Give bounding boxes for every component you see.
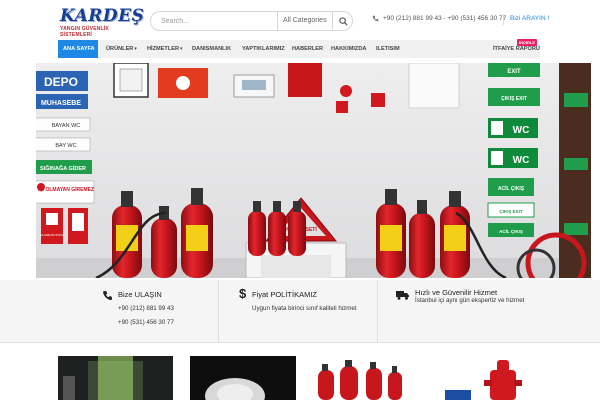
sign-text: BAYAN WC bbox=[52, 123, 81, 129]
phone-numbers: +90 (212) 881 99 43 - +90 (531) 456 30 7… bbox=[383, 15, 507, 22]
nav-item-projects[interactable]: YAPTIKLARIMIZ bbox=[242, 40, 285, 58]
feature-phone-1: +90 (212) 881 99 43 bbox=[118, 305, 174, 312]
feature-title: Hızlı ve Güvenilir Hizmet bbox=[415, 288, 498, 297]
sign-text: MUHASEBE bbox=[41, 100, 81, 107]
product-card-3[interactable] bbox=[310, 356, 410, 400]
sign-text: WC bbox=[513, 125, 530, 136]
sign-bayan-wc: BAYAN WC bbox=[36, 117, 91, 132]
search-icon bbox=[338, 16, 348, 26]
feature-title: Fiyat POLİTİKAMIZ bbox=[252, 290, 318, 299]
feature-text: İstanbul içi aynı gün ekspertiz ve hizme… bbox=[415, 297, 525, 304]
dollar-icon: $ bbox=[239, 286, 247, 301]
product-image bbox=[310, 356, 410, 400]
sign-cikis-2: ÇIKIŞ EXIT bbox=[487, 202, 535, 218]
search-button[interactable] bbox=[332, 12, 352, 30]
sign-cikis: ÇIKIŞ EXIT bbox=[488, 88, 540, 106]
sign-siginaga: SIĞINAĞA GİDER bbox=[36, 160, 92, 174]
nav-item-label: HAKKIMIZDA bbox=[331, 46, 367, 52]
main-nav: ANA SAYFA ÜRÜNLER▾ HİZMETLER▾ DANISMANLI… bbox=[58, 40, 540, 58]
sign-text: WC bbox=[513, 155, 530, 166]
product-card-1[interactable] bbox=[58, 356, 173, 400]
sign-text: EXIT bbox=[507, 69, 521, 75]
sign-text: ACİL ÇIKIŞ bbox=[498, 185, 525, 192]
nav-item-label: ILETISIM bbox=[376, 46, 400, 52]
top-header: KARDEŞ YANGIN GÜVENLİK SİSTEMLERİ All Ca… bbox=[0, 0, 600, 40]
nav-item-contact[interactable]: ILETISIM bbox=[376, 40, 400, 58]
product-image bbox=[190, 356, 296, 400]
nav-item-services[interactable]: HİZMETLER▾ bbox=[147, 40, 183, 58]
sign-muhasebe: MUHASEBE bbox=[36, 94, 88, 109]
nav-item-news[interactable]: HABERLER bbox=[292, 40, 323, 58]
sign-text: ÇIKIŞ EXIT bbox=[501, 96, 527, 102]
nav-item-label: HİZMETLER bbox=[147, 46, 180, 52]
product-image bbox=[58, 356, 173, 400]
nav-item-label: HABERLER bbox=[292, 46, 324, 52]
sign-text: SIĞINAĞA GİDER bbox=[40, 164, 86, 172]
nav-item-label: ÜRÜNLER bbox=[106, 46, 134, 52]
features-strip: Bize ULAŞIN +90 (212) 881 99 43 +90 (531… bbox=[0, 280, 600, 343]
header-divider bbox=[503, 14, 504, 25]
caret-down-icon: ▾ bbox=[134, 46, 137, 52]
search-input[interactable] bbox=[151, 12, 277, 30]
product-card-2[interactable] bbox=[190, 356, 296, 400]
nav-item-home[interactable]: ANA SAYFA bbox=[58, 40, 98, 58]
logo-text: KARDEŞ bbox=[60, 6, 145, 26]
phone-icon bbox=[103, 291, 112, 301]
sign-wc-1: WC bbox=[488, 118, 538, 138]
search-bar: All Categories bbox=[150, 11, 353, 31]
nav-item-label: ANA SAYFA bbox=[63, 46, 95, 52]
sign-text: DEPO bbox=[44, 75, 78, 89]
nav-item-consulting[interactable]: DANISMANLIK bbox=[192, 40, 231, 58]
sign-text: İŞİ OLMAYAN GİREMEZ bbox=[38, 186, 94, 193]
product-card-4[interactable] bbox=[440, 356, 540, 400]
feature-service: Hızlı ve Güvenilir Hizmet İstanbul içi a… bbox=[378, 280, 600, 343]
hero-banner[interactable]: DEPO MUHASEBE BAYAN WC BAY WC SIĞINAĞA G… bbox=[36, 63, 591, 278]
phone-icon bbox=[372, 15, 379, 22]
sign-depo: DEPO bbox=[36, 71, 88, 91]
category-select[interactable]: All Categories bbox=[277, 12, 332, 30]
sign-bay-wc: BAY WC bbox=[36, 137, 91, 152]
nav-item-about[interactable]: HAKKIMIZDA bbox=[331, 40, 366, 58]
sign-text: BAY WC bbox=[55, 143, 76, 149]
feature-phone-2: +90 (531) 456 30 77 bbox=[118, 319, 174, 326]
site-logo[interactable]: KARDEŞ YANGIN GÜVENLİK SİSTEMLERİ bbox=[60, 6, 145, 39]
truck-icon bbox=[396, 291, 409, 300]
call-us-link[interactable]: Bizi ARAYIN ! bbox=[510, 15, 549, 22]
sign-exit-top: EXIT bbox=[488, 63, 540, 77]
feature-text: Uygun fiyata birinci sınıf kaliteli hizm… bbox=[252, 305, 357, 312]
feature-title: Bize ULAŞIN bbox=[118, 290, 162, 299]
feature-contact: Bize ULAŞIN +90 (212) 881 99 43 +90 (531… bbox=[0, 280, 218, 343]
sign-text: ACİL ÇIKIŞ bbox=[499, 228, 523, 234]
nav-item-label: YAPTIKLARIMIZ bbox=[242, 46, 285, 52]
sign-acil-cikis-2: ACİL ÇIKIŞ bbox=[488, 223, 534, 237]
product-image bbox=[440, 356, 540, 400]
nav-item-label: İTFAİYE RAPORU bbox=[493, 46, 540, 52]
feature-price: $ Fiyat POLİTİKAMIZ Uygun fiyata birinci… bbox=[219, 280, 377, 343]
download-badge: İNDİRLE bbox=[517, 39, 537, 46]
nav-item-products[interactable]: ÜRÜNLER▾ bbox=[106, 40, 137, 58]
hero-image: DEPO MUHASEBE BAYAN WC BAY WC SIĞINAĞA G… bbox=[36, 63, 591, 278]
sign-acil-cikis-1: ACİL ÇIKIŞ bbox=[488, 178, 534, 196]
sign-text: ALARM BUTONU bbox=[40, 233, 64, 237]
logo-tagline: YANGIN GÜVENLİK SİSTEMLERİ bbox=[60, 26, 110, 38]
sign-text: ÇIKIŞ EXIT bbox=[499, 209, 523, 214]
sign-wc-2: WC bbox=[488, 148, 538, 168]
header-phones: +90 (212) 881 99 43 - +90 (531) 456 30 7… bbox=[372, 15, 506, 22]
nav-item-label: DANISMANLIK bbox=[192, 46, 232, 52]
caret-down-icon: ▾ bbox=[180, 46, 183, 52]
sign-giremez: İŞİ OLMAYAN GİREMEZ bbox=[36, 180, 95, 204]
